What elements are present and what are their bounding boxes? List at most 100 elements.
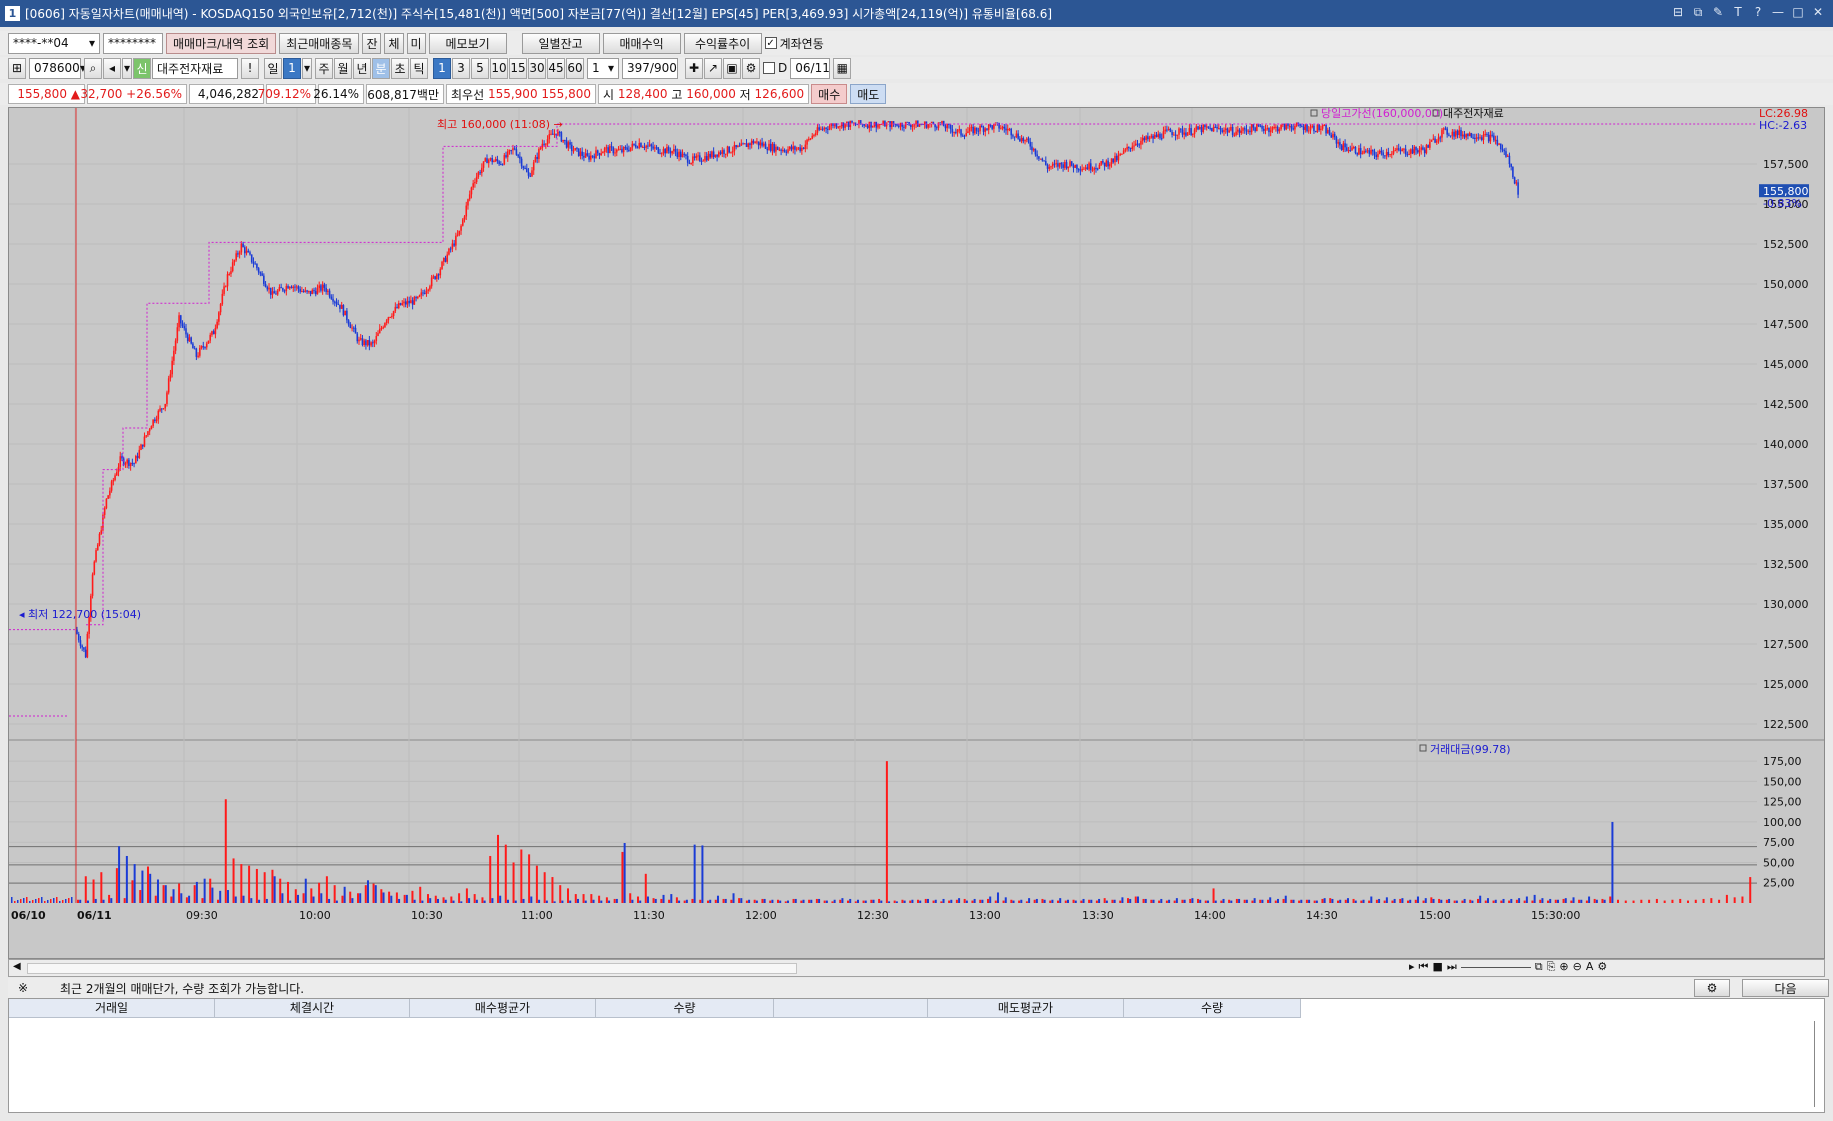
app-icon: 1 xyxy=(5,6,20,21)
period-minute-button[interactable]: 분 xyxy=(372,57,390,79)
pin-icon[interactable]: ✎ xyxy=(1711,4,1725,20)
maximize-icon[interactable]: □ xyxy=(1791,4,1805,20)
period-tick-button[interactable]: 틱 xyxy=(410,57,428,79)
profit-rate-button[interactable]: 수익률추이 xyxy=(683,32,762,54)
interval-60[interactable]: 60 xyxy=(566,57,584,79)
volume-bar-up xyxy=(318,882,321,903)
settings-gear-icon[interactable]: ⚙ xyxy=(1694,979,1730,997)
save-icon[interactable]: ▣ xyxy=(723,57,741,79)
interval-10[interactable]: 10 xyxy=(490,57,508,79)
fast-forward-icon[interactable]: ⏭ xyxy=(1447,960,1457,974)
volume-bar-down xyxy=(1494,899,1497,903)
vertical-scrollbar[interactable] xyxy=(1814,1021,1820,1107)
candle-body xyxy=(775,146,777,152)
interval-30[interactable]: 30 xyxy=(528,57,546,79)
candle-body xyxy=(1505,151,1507,157)
period-day-button[interactable]: 일 xyxy=(264,57,282,79)
candle-body xyxy=(1147,136,1149,140)
volume-bar-up xyxy=(948,900,951,903)
balance-button[interactable]: 잔 xyxy=(362,32,382,54)
volume-bar-up xyxy=(217,899,219,903)
candle-body xyxy=(529,175,532,177)
interval-3[interactable]: 3 xyxy=(452,57,470,79)
volume-tick-label: 125,00 xyxy=(1763,796,1802,809)
stock-code-input[interactable]: 078600 ▾ xyxy=(29,57,86,79)
candle-body xyxy=(591,155,594,157)
candle-body xyxy=(269,287,272,295)
candle-body xyxy=(1083,168,1085,170)
zoom-out-icon[interactable]: ⊖ xyxy=(1573,960,1582,974)
recent-trades-button[interactable]: 최근매매종목 xyxy=(279,32,360,54)
font-icon[interactable]: A xyxy=(1586,960,1594,974)
indicator-icon[interactable]: ✚ xyxy=(685,57,703,79)
calendar-icon[interactable]: ▦ xyxy=(833,57,852,79)
chart-panel[interactable]: 06/10 06/11 09:30 10:00 10:30 11:00 11:30 12:00… xyxy=(8,106,1825,959)
interval-5[interactable]: 5 xyxy=(471,57,489,79)
rewind-icon[interactable]: ⏮ xyxy=(1419,960,1429,974)
period-day-count[interactable]: 1 xyxy=(283,57,301,79)
account-link-checkbox[interactable]: ✓ xyxy=(764,37,777,49)
sell-button[interactable]: 매도 xyxy=(850,84,887,104)
unfilled-button[interactable]: 미 xyxy=(406,32,426,54)
volume-bar-down xyxy=(1533,894,1536,903)
data-range-field[interactable]: 397/900 xyxy=(622,57,678,79)
candle-body xyxy=(96,544,99,551)
volume-bar-down xyxy=(1012,900,1015,903)
buy-button[interactable]: 매수 xyxy=(811,84,848,104)
period-second-button[interactable]: 초 xyxy=(391,57,409,79)
account-select[interactable]: ****-**04 ▾ xyxy=(8,32,100,54)
chevron-down-icon[interactable]: ▾ xyxy=(302,57,312,79)
candle-body xyxy=(1038,156,1040,159)
executed-button[interactable]: 체 xyxy=(384,32,404,54)
candle-body xyxy=(449,248,452,250)
candle-body xyxy=(629,147,632,151)
volume-bar-up xyxy=(1515,899,1518,903)
trade-mark-button[interactable]: 매매마크/내역 조회 xyxy=(166,32,277,54)
copy-icon[interactable]: ⎘ xyxy=(1547,960,1556,974)
close-icon[interactable]: ✕ xyxy=(1811,4,1825,20)
interval-45[interactable]: 45 xyxy=(547,57,565,79)
search-icon[interactable]: ⌕ xyxy=(84,57,102,79)
chart-settings-icon[interactable]: ⚙ xyxy=(1597,960,1607,974)
draw-line-icon[interactable]: ↗ xyxy=(704,57,722,79)
candle-body xyxy=(1304,124,1307,130)
screen-icon[interactable]: ⊞ xyxy=(8,57,26,79)
candle-body xyxy=(1224,128,1227,130)
chevron-down-icon[interactable]: ▾ xyxy=(122,57,132,79)
date-checkbox[interactable] xyxy=(763,62,775,74)
copy-window-icon[interactable]: ⧉ xyxy=(1691,4,1705,20)
period-week-button[interactable]: 주 xyxy=(315,57,333,79)
alert-button[interactable]: ! xyxy=(241,57,259,79)
period-month-button[interactable]: 월 xyxy=(334,57,352,79)
interval-15[interactable]: 15 xyxy=(509,57,527,79)
volume-bar-down xyxy=(1479,895,1482,903)
password-field[interactable]: ******** xyxy=(103,32,163,54)
horizontal-scrollbar[interactable] xyxy=(27,963,797,974)
interval-1[interactable]: 1 xyxy=(433,57,451,79)
zoom-slider[interactable] xyxy=(1460,960,1531,968)
font-icon[interactable]: T xyxy=(1731,4,1745,20)
stop-icon[interactable]: ■ xyxy=(1432,960,1442,974)
help-icon[interactable]: ? xyxy=(1751,4,1765,20)
layout-icon[interactable]: ⊟ xyxy=(1671,4,1685,20)
zoom-in-icon[interactable]: ⊕ xyxy=(1559,960,1568,974)
volume-bar-up xyxy=(481,897,484,903)
next-button[interactable]: 다음 xyxy=(1742,979,1829,997)
date-input[interactable]: 06/11 xyxy=(790,57,831,79)
memo-button[interactable]: 메모보기 xyxy=(428,32,507,54)
candle-body xyxy=(1294,125,1296,130)
candle-body xyxy=(669,150,672,154)
settings-gear-icon[interactable]: ⚙ xyxy=(742,57,760,79)
period-year-button[interactable]: 년 xyxy=(353,57,371,79)
minimize-icon[interactable]: — xyxy=(1771,4,1785,20)
trade-profit-button[interactable]: 매매수익 xyxy=(602,32,681,54)
candlestick-chart[interactable]: 06/10 06/11 09:30 10:00 10:30 11:00 11:30 12:00… xyxy=(9,106,1824,958)
daily-balance-button[interactable]: 일별잔고 xyxy=(521,32,600,54)
candle-body xyxy=(605,147,608,149)
scroll-right-icon[interactable]: ▸ xyxy=(1409,960,1415,974)
count-select[interactable]: 1 ▾ xyxy=(587,57,619,79)
speaker-icon[interactable]: ◂ xyxy=(103,57,121,79)
scroll-left-icon[interactable]: ◀ xyxy=(13,961,21,972)
high-label: 고 xyxy=(671,87,683,102)
layout-icon[interactable]: ⧉ xyxy=(1535,960,1543,974)
